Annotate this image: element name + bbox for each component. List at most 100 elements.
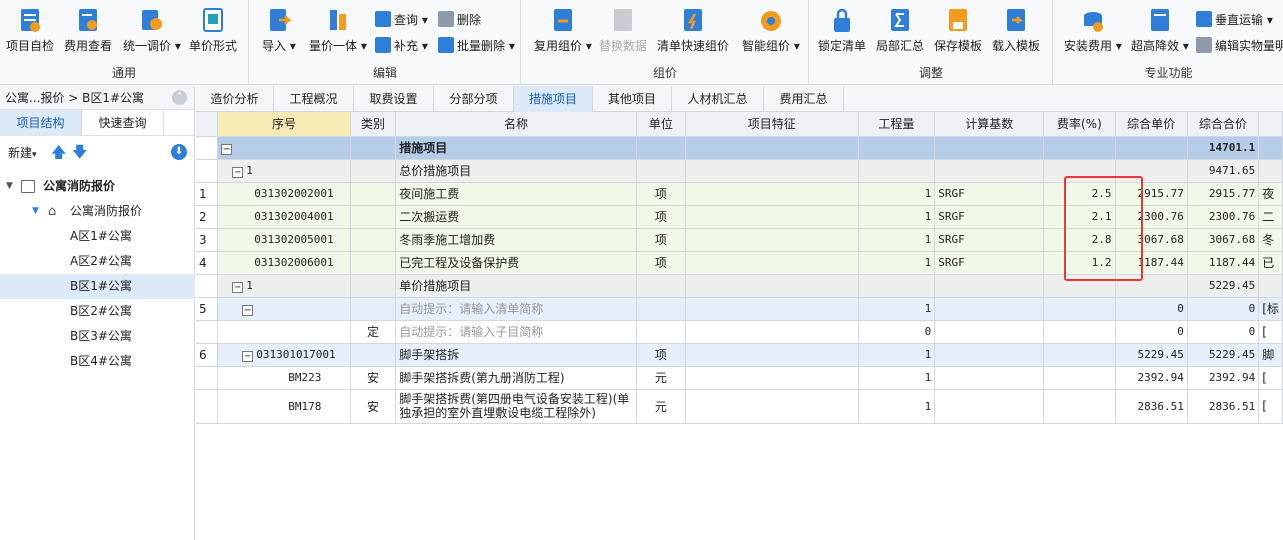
cell-extra[interactable]: 已 xyxy=(1258,251,1283,275)
tab-cost-analysis[interactable]: 造价分析 xyxy=(196,86,274,112)
tab-measures[interactable]: 措施项目 xyxy=(514,86,593,112)
cell-unit[interactable]: 元 xyxy=(636,366,686,390)
cell-seq[interactable]: 031302002001 xyxy=(217,182,351,206)
cell-quantity[interactable]: 1 xyxy=(858,182,936,206)
move-down-icon[interactable]: 🡇 xyxy=(72,142,87,167)
tab-sub-items[interactable]: 分部分项 xyxy=(434,86,514,112)
quantity-price-button[interactable]: 量价一体 ▾ xyxy=(309,8,367,54)
tab-fee-settings[interactable]: 取费设置 xyxy=(354,86,434,112)
header-unit[interactable]: 单位 xyxy=(636,112,686,137)
cell-quantity[interactable] xyxy=(858,274,936,298)
cell-quantity[interactable]: 1 xyxy=(858,343,936,367)
cell-category[interactable] xyxy=(350,205,397,229)
cell-category[interactable] xyxy=(350,297,397,321)
header-unit-price[interactable]: 综合单价 xyxy=(1115,112,1188,137)
cell-total[interactable]: 5229.45 xyxy=(1187,274,1260,298)
edit-physical-quantity-button[interactable]: 编辑实物量明 xyxy=(1196,36,1283,56)
cell-name[interactable]: 脚手架搭拆费(第四册电气设备安装工程)(单独承担的室外直埋敷设电缆工程除外) xyxy=(395,389,637,424)
cell-rate[interactable] xyxy=(1043,343,1116,367)
cell-feature[interactable] xyxy=(685,228,859,252)
table-row[interactable]: 6 −031301017001 脚手架搭拆 项 1 5229.45 5229.4… xyxy=(196,343,1283,367)
cell-base[interactable]: SRGF xyxy=(934,182,1045,206)
cell-rate[interactable] xyxy=(1043,136,1116,160)
cell-name[interactable]: 夜间施工费 xyxy=(395,182,637,206)
cell-base[interactable] xyxy=(934,320,1045,344)
cell-feature[interactable] xyxy=(685,274,859,298)
tree-item-b3[interactable]: B区3#公寓 xyxy=(0,324,195,349)
cell-total[interactable]: 14701.1 xyxy=(1187,136,1260,160)
install-fee-button[interactable]: 安装费用 ▾ xyxy=(1064,8,1122,54)
cell-category[interactable] xyxy=(350,228,397,252)
collapse-box-icon[interactable]: − xyxy=(232,166,244,178)
tree-item-b2[interactable]: B区2#公寓 xyxy=(0,299,195,324)
tab-other-items[interactable]: 其他项目 xyxy=(593,86,672,112)
table-row[interactable]: 定 自动提示：请输入子目简称 0 0 0 [ xyxy=(196,320,1283,344)
collapse-box-icon[interactable]: − xyxy=(221,144,233,155)
cell-name[interactable]: 自动提示：请输入清单简称 xyxy=(395,297,637,321)
cell-total[interactable]: 3067.68 xyxy=(1187,228,1260,252)
cell-rate[interactable] xyxy=(1043,297,1116,321)
cell-rate[interactable] xyxy=(1043,389,1116,424)
header-feature[interactable]: 项目特征 xyxy=(685,112,859,137)
cell-name[interactable]: 二次搬运费 xyxy=(395,205,637,229)
cell-unit[interactable]: 元 xyxy=(636,389,686,424)
cell-seq[interactable]: −1 xyxy=(217,274,351,298)
cell-base[interactable] xyxy=(934,343,1045,367)
table-row[interactable]: BM223 安 脚手架搭拆费(第九册消防工程) 元 1 2392.94 2392… xyxy=(196,366,1283,390)
high-rise-reduction-button[interactable]: 超高降效 ▾ xyxy=(1131,8,1189,54)
query-button[interactable]: 查询 ▾ xyxy=(375,10,428,30)
cell-quantity[interactable] xyxy=(858,136,936,160)
cell-feature[interactable] xyxy=(685,320,859,344)
supplement-button[interactable]: 补充 ▾ xyxy=(375,36,428,56)
cell-category[interactable] xyxy=(350,182,397,206)
cell-unit-price[interactable]: 2392.94 xyxy=(1115,366,1188,390)
cell-base[interactable]: SRGF xyxy=(934,228,1045,252)
cell-total[interactable]: 2915.77 xyxy=(1187,182,1260,206)
cell-unit[interactable] xyxy=(636,159,686,183)
cell-name[interactable]: 总价措施项目 xyxy=(395,159,637,183)
cell-category[interactable] xyxy=(350,274,397,298)
cell-feature[interactable] xyxy=(685,297,859,321)
cell-extra[interactable]: [标 xyxy=(1258,297,1283,321)
cell-unit[interactable]: 项 xyxy=(636,182,686,206)
cell-quantity[interactable]: 1 xyxy=(858,389,936,424)
cell-unit[interactable]: 项 xyxy=(636,228,686,252)
cell-seq[interactable]: BM223 xyxy=(217,366,351,390)
header-name[interactable]: 名称 xyxy=(395,112,637,137)
tree-item-project[interactable]: ▼ ⌂ 公寓消防报价 xyxy=(0,199,195,224)
save-template-button[interactable]: 保存模板 xyxy=(934,8,982,54)
batch-delete-button[interactable]: 批量删除 ▾ xyxy=(438,36,515,56)
tree-item-b1[interactable]: B区1#公寓 xyxy=(0,274,195,299)
cell-feature[interactable] xyxy=(685,159,859,183)
cell-extra[interactable]: 二 xyxy=(1258,205,1283,229)
quick-pricing-button[interactable]: 清单快速组价 xyxy=(657,8,729,54)
cell-feature[interactable] xyxy=(685,136,859,160)
cell-name[interactable]: 自动提示：请输入子目简称 xyxy=(395,320,637,344)
unified-price-adjust-button[interactable]: 统一调价 ▾ xyxy=(123,8,181,54)
load-template-button[interactable]: 载入模板 xyxy=(992,8,1040,54)
cell-name[interactable]: 措施项目 xyxy=(395,136,637,160)
cell-total[interactable]: 1187.44 xyxy=(1187,251,1260,275)
header-seq[interactable]: 序号 xyxy=(217,112,351,137)
cell-category[interactable]: 安 xyxy=(350,366,397,390)
cell-unit[interactable]: 项 xyxy=(636,251,686,275)
cell-total[interactable]: 5229.45 xyxy=(1187,343,1260,367)
cell-feature[interactable] xyxy=(685,366,859,390)
cell-feature[interactable] xyxy=(685,343,859,367)
cell-total[interactable]: 2300.76 xyxy=(1187,205,1260,229)
header-quantity[interactable]: 工程量 xyxy=(858,112,936,137)
collapse-box-icon[interactable]: − xyxy=(242,305,254,316)
cell-seq[interactable]: 031302006001 xyxy=(217,251,351,275)
replace-data-button[interactable]: 替换数据 xyxy=(599,8,647,54)
cell-quantity[interactable]: 1 xyxy=(858,205,936,229)
cell-unit-price[interactable]: 0 xyxy=(1115,297,1188,321)
cell-seq[interactable] xyxy=(217,320,351,344)
cell-base[interactable] xyxy=(934,159,1045,183)
cell-unit[interactable] xyxy=(636,136,686,160)
cell-seq[interactable]: BM178 xyxy=(217,389,351,424)
cell-name[interactable]: 脚手架搭拆费(第九册消防工程) xyxy=(395,366,637,390)
cell-name[interactable]: 单价措施项目 xyxy=(395,274,637,298)
cell-rate[interactable] xyxy=(1043,366,1116,390)
tab-project-overview[interactable]: 工程概况 xyxy=(274,86,354,112)
header-rate[interactable]: 费率(%) xyxy=(1043,112,1116,137)
